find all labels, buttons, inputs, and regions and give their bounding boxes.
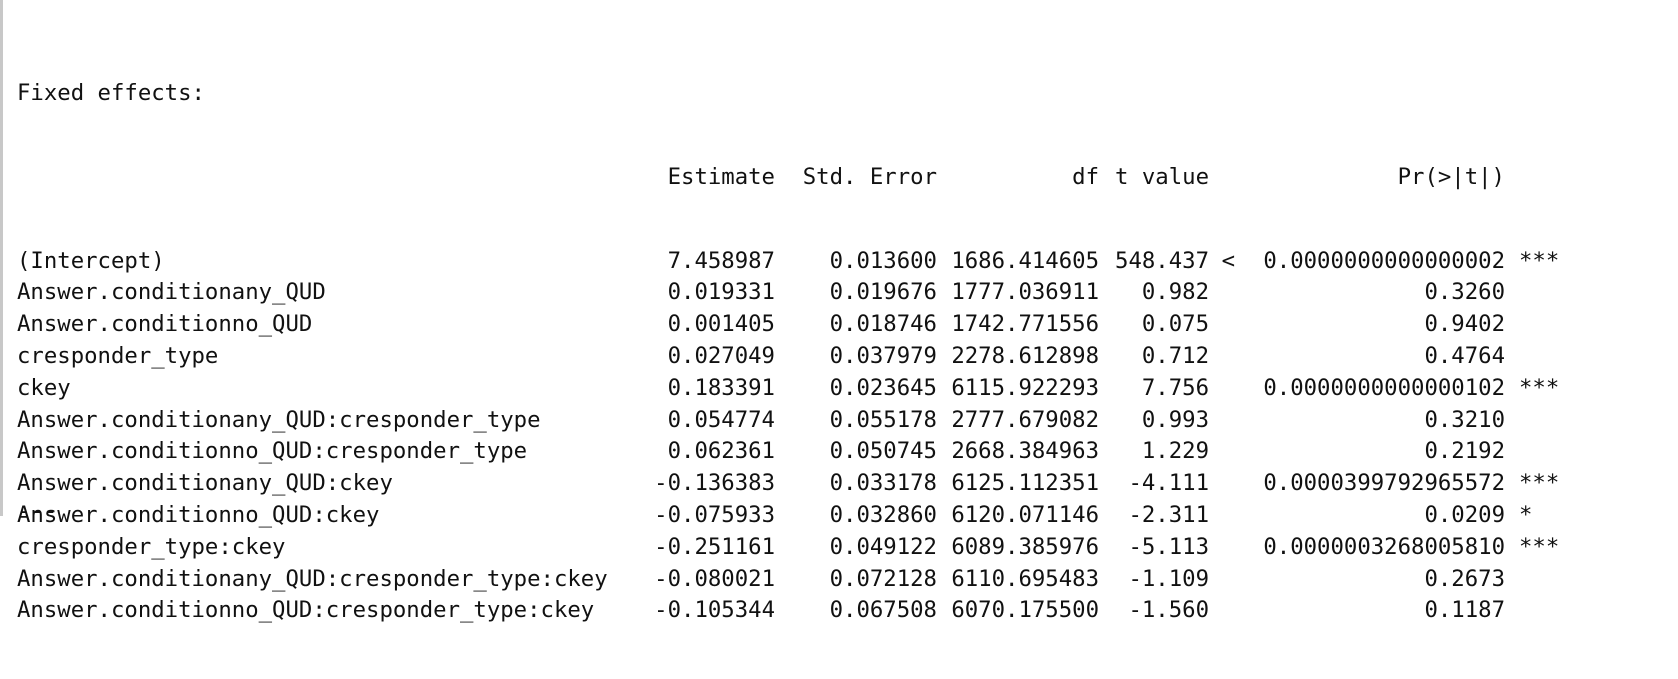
row-std-error: 0.018746 bbox=[829, 311, 937, 338]
table-row: cresponder_type:ckey -0.251161 0.049122 608… bbox=[17, 532, 1565, 564]
row-t-value: 1.229 bbox=[1141, 438, 1209, 465]
row-p-value: 0.4764 bbox=[1424, 342, 1505, 369]
row-estimate: -0.251161 bbox=[654, 533, 775, 560]
row-t-value: 548.437 bbox=[1115, 247, 1209, 274]
row-estimate: 0.027049 bbox=[667, 342, 775, 369]
row-t-value: 7.756 bbox=[1141, 374, 1209, 401]
row-estimate: 7.458987 bbox=[667, 247, 775, 274]
row-p-value: 0.0000000000000102 bbox=[1263, 374, 1505, 401]
row-t-value: 0.712 bbox=[1141, 342, 1209, 369]
row-t-value: -1.109 bbox=[1128, 565, 1209, 592]
row-df: 6089.385976 bbox=[951, 533, 1099, 560]
row-t-value: -1.560 bbox=[1128, 597, 1209, 624]
row-estimate: -0.080021 bbox=[654, 565, 775, 592]
row-term-name: Answer.conditionany_QUD:cresponder_type:… bbox=[17, 565, 608, 592]
row-term-name: Answer.conditionany_QUD:ckey bbox=[17, 470, 393, 497]
row-std-error: 0.023645 bbox=[829, 374, 937, 401]
header-df: df bbox=[1072, 163, 1099, 190]
row-estimate: 0.054774 bbox=[667, 406, 775, 433]
row-significance: *** bbox=[1519, 374, 1560, 401]
row-std-error: 0.037979 bbox=[829, 342, 937, 369]
table-row: Answer.conditionany_QUD:cresponder_type:… bbox=[17, 564, 1565, 596]
table-body: (Intercept) 7.458987 0.013600 1686.414605 54… bbox=[17, 246, 1565, 628]
console-output-panel: Fixed effects: Estimate Std. Error df t val… bbox=[0, 0, 1678, 623]
row-df: 1686.414605 bbox=[951, 247, 1099, 274]
section-title: Fixed effects: bbox=[17, 80, 205, 106]
row-t-value: 0.993 bbox=[1141, 406, 1209, 433]
row-t-value: 0.075 bbox=[1141, 311, 1209, 338]
row-p-value: 0.9402 bbox=[1424, 311, 1505, 338]
row-estimate: 0.183391 bbox=[667, 374, 775, 401]
row-std-error: 0.072128 bbox=[829, 565, 937, 592]
row-term-name: (Intercept) bbox=[17, 247, 165, 274]
row-df: 2278.612898 bbox=[951, 342, 1099, 369]
row-term-name: Answer.conditionany_QUD bbox=[17, 279, 326, 306]
row-std-error: 0.050745 bbox=[829, 438, 937, 465]
row-std-error: 0.033178 bbox=[829, 470, 937, 497]
table-row: Answer.conditionno_QUD:cresponder_type:c… bbox=[17, 595, 1565, 627]
row-df: 6125.112351 bbox=[951, 470, 1099, 497]
row-df: 1742.771556 bbox=[951, 311, 1099, 338]
row-significance: *** bbox=[1519, 247, 1560, 274]
row-term-name: Answer.conditionno_QUD:cresponder_type bbox=[17, 438, 528, 465]
row-estimate: -0.136383 bbox=[654, 470, 775, 497]
row-std-error: 0.019676 bbox=[829, 279, 937, 306]
row-df: 1777.036911 bbox=[951, 279, 1099, 306]
row-df: 2668.384963 bbox=[951, 438, 1099, 465]
fixed-effects-table: Fixed effects: Estimate Std. Error df t val… bbox=[17, 26, 1565, 679]
row-term-name: Answer.conditionno_QUD:cresponder_type:c… bbox=[17, 597, 595, 624]
row-p-value: 0.3260 bbox=[1424, 279, 1505, 306]
row-significance: *** bbox=[1519, 470, 1560, 497]
row-std-error: 0.049122 bbox=[829, 533, 937, 560]
row-term-name: ckey bbox=[17, 374, 71, 401]
table-row: Answer.conditionany_QUD 0.019331 0.019676 1… bbox=[17, 277, 1565, 309]
row-df: 2777.679082 bbox=[951, 406, 1099, 433]
row-significance: *** bbox=[1519, 533, 1560, 560]
header-p-value: Pr(>|t|) bbox=[1397, 163, 1505, 190]
row-estimate: 0.019331 bbox=[667, 279, 775, 306]
row-p-value: 0.0000399792965572 bbox=[1263, 470, 1505, 497]
table-row: cresponder_type 0.027049 0.037979 2278.6128… bbox=[17, 341, 1565, 373]
row-less-than: < bbox=[1221, 247, 1235, 274]
row-p-value: 0.0000000000000002 bbox=[1263, 247, 1505, 274]
table-row: (Intercept) 7.458987 0.013600 1686.414605 54… bbox=[17, 246, 1565, 278]
table-row: Answer.conditionany_QUD:cresponder_type 0… bbox=[17, 405, 1565, 437]
table-row: Answer.conditionany_QUD:ckey -0.136383 0.0… bbox=[17, 468, 1565, 500]
row-estimate: 0.062361 bbox=[667, 438, 775, 465]
row-estimate: -0.105344 bbox=[654, 597, 775, 624]
header-std-error: Std. Error bbox=[802, 163, 937, 190]
header-row: Estimate Std. Error df t value Pr(>|t|) bbox=[17, 162, 1565, 194]
row-t-value: 0.982 bbox=[1141, 279, 1209, 306]
row-t-value: -4.111 bbox=[1128, 470, 1209, 497]
row-estimate: 0.001405 bbox=[667, 311, 775, 338]
row-df: 6070.175500 bbox=[951, 597, 1099, 624]
header-t-value: t value bbox=[1115, 163, 1209, 190]
table-row: Answer.conditionno_QUD:cresponder_type 0.… bbox=[17, 436, 1565, 468]
row-std-error: 0.013600 bbox=[829, 247, 937, 274]
row-term-name: Answer.conditionany_QUD:cresponder_type bbox=[17, 406, 541, 433]
row-term-name: Answer.conditionno_QUD bbox=[17, 311, 313, 338]
row-p-value: 0.2192 bbox=[1424, 438, 1505, 465]
table-row: ckey 0.183391 0.023645 6115.922293 7.756 0.00… bbox=[17, 373, 1565, 405]
row-df: 6110.695483 bbox=[951, 565, 1099, 592]
row-term-name: cresponder_type:ckey bbox=[17, 533, 286, 560]
row-p-value: 0.0000003268005810 bbox=[1263, 533, 1505, 560]
footer-separator: --- bbox=[17, 498, 58, 524]
table-row: Answer.conditionno_QUD 0.001405 0.018746 17… bbox=[17, 309, 1565, 341]
row-term-name: cresponder_type bbox=[17, 342, 219, 369]
row-std-error: 0.067508 bbox=[829, 597, 937, 624]
row-p-value: 0.1187 bbox=[1424, 597, 1505, 624]
header-estimate: Estimate bbox=[667, 163, 775, 190]
row-p-value: 0.2673 bbox=[1424, 565, 1505, 592]
row-p-value: 0.3210 bbox=[1424, 406, 1505, 433]
row-std-error: 0.055178 bbox=[829, 406, 937, 433]
row-df: 6115.922293 bbox=[951, 374, 1099, 401]
row-t-value: -5.113 bbox=[1128, 533, 1209, 560]
